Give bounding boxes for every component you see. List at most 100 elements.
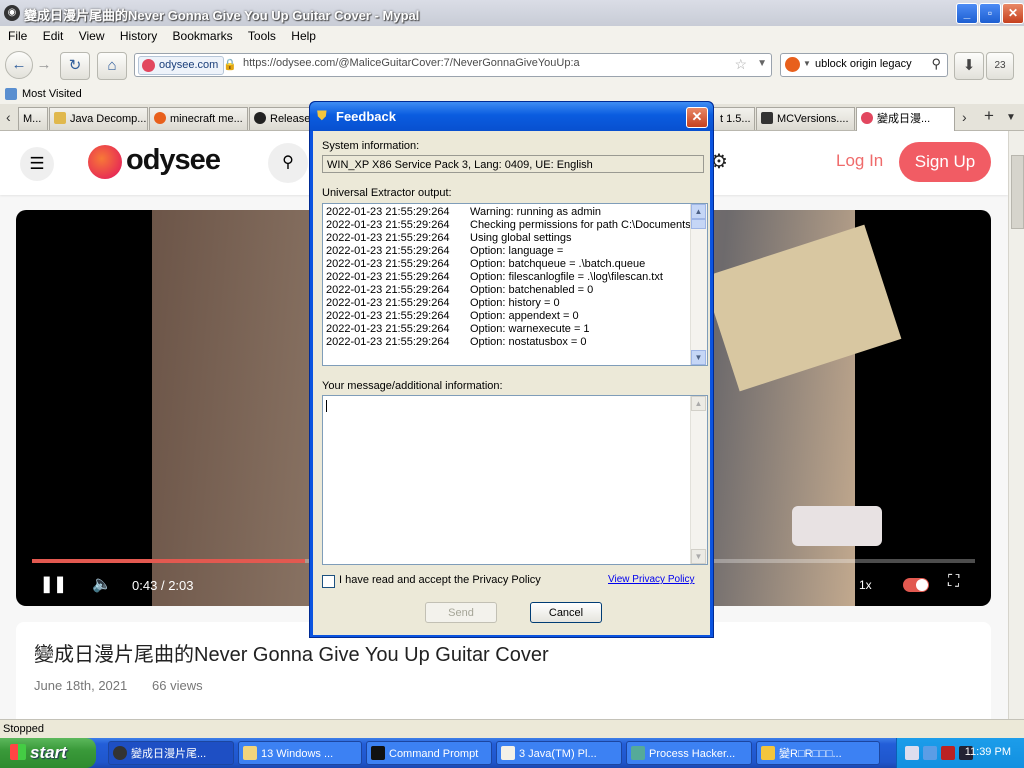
address-bar[interactable]: odysee.com 🔒 https://odysee.com/@MaliceG… [134,53,772,77]
scrollbar-thumb[interactable] [1011,155,1024,229]
tab[interactable]: minecraft me... [149,107,248,130]
pillow [792,506,882,546]
back-arrow-icon: ← [11,56,27,73]
status-text: Stopped [3,723,44,735]
menu-bookmarks[interactable]: Bookmarks [173,26,233,46]
search-box[interactable]: ▼ ublock origin legacy ⚲ [780,53,948,77]
video-time: 0:43 / 2:03 [132,578,194,593]
downloads-button[interactable]: ⬇ [954,52,984,80]
log-scrollbar[interactable]: ▲ ▼ [690,204,707,365]
send-button[interactable]: Send [425,602,497,623]
view-privacy-policy-link[interactable]: View Privacy Policy [608,574,695,585]
scroll-down-icon[interactable]: ▼ [691,350,706,365]
menu-bar: File Edit View History Bookmarks Tools H… [0,26,1024,46]
menu-edit[interactable]: Edit [43,26,64,46]
volume-icon[interactable]: 🔈 [92,574,112,594]
most-visited-icon [5,88,17,100]
login-link[interactable]: Log In [836,151,883,171]
odysee-favicon-icon [142,59,155,72]
tab[interactable]: M... [18,107,48,130]
forward-arrow-icon: → [36,56,52,73]
mypal-app-icon: ◉ [4,5,20,21]
site-search-icon[interactable]: ⚲ [268,143,308,183]
taskbar-item[interactable]: Process Hacker... [626,741,752,765]
playback-speed[interactable]: 1x [859,578,872,592]
bookmark-star-icon[interactable]: ☆ [734,56,747,73]
reload-button[interactable]: ↻ [60,52,90,80]
search-icon[interactable]: ⚲ [931,56,941,72]
progress-fill [32,559,306,563]
bookmark-most-visited[interactable]: Most Visited [22,88,82,100]
folder-icon [243,746,257,760]
menu-file[interactable]: File [8,26,27,46]
maximize-button[interactable]: ▫ [979,3,1001,24]
close-button[interactable]: ✕ [1002,3,1024,24]
menu-help[interactable]: Help [291,26,316,46]
mypal-task-icon [113,746,127,760]
addon-badge-button[interactable]: 23 [986,52,1014,80]
odysee-favicon-icon [861,112,873,124]
log-scroll-thumb[interactable] [691,219,706,229]
menu-history[interactable]: History [120,26,157,46]
message-scrollbar: ▲ ▼ [690,396,707,564]
pause-icon[interactable]: ❚❚ [40,574,67,594]
taskbar-item[interactable]: Command Prompt [366,741,492,765]
keyboard-icon[interactable] [905,746,919,760]
url-text[interactable]: https://odysee.com/@MaliceGuitarCover:7/… [243,57,580,69]
shield-icon: ⛊ [317,108,327,123]
process-hacker-icon [631,746,645,760]
taskbar-item[interactable]: 13 Windows ... [238,741,362,765]
tab-active[interactable]: 變成日漫... [856,107,955,131]
taskbar-item[interactable]: 變成日漫片尾... [108,741,234,765]
menu-tools[interactable]: Tools [248,26,276,46]
scroll-up-icon[interactable]: ▲ [691,204,706,219]
tray-arrow-icon[interactable] [923,746,937,760]
message-textarea[interactable]: ▲ ▼ [322,395,708,565]
url-dropdown-icon[interactable]: ▼ [757,58,767,69]
windows-flag-icon [10,744,26,760]
tab[interactable]: Java Decomp... [49,107,148,130]
feedback-dialog: ⛊ Feedback ✕ System information: WIN_XP … [309,101,714,638]
addon-badge-count: 23 [994,60,1006,71]
extractor-output-box[interactable]: 2022-01-23 21:55:29:264 Warning: running … [322,203,708,366]
system-tray: 11:39 PM [896,738,1024,768]
download-arrow-icon: ⬇ [962,57,976,74]
home-button[interactable]: ⌂ [97,52,127,80]
search-engine-icon[interactable] [785,57,800,72]
start-button[interactable]: start [0,738,96,768]
text-caret [326,400,327,412]
tab-scroll-left-icon[interactable]: ‹ [6,109,11,125]
taskbar-item[interactable]: 變R□R□□□... [756,741,880,765]
privacy-checkbox[interactable] [322,575,335,588]
privacy-checkbox-label[interactable]: I have read and accept the Privacy Polic… [339,574,541,586]
tab-favicon-icon [761,112,773,124]
new-tab-icon[interactable]: + [984,106,994,126]
tab-scroll-right-icon[interactable]: › [962,109,967,125]
menu-hamburger-icon[interactable]: ☰ [20,147,54,181]
message-label: Your message/additional information: [322,380,503,392]
tab[interactable]: MCVersions.... [756,107,855,130]
dialog-close-button[interactable]: ✕ [686,107,708,128]
minimize-button[interactable]: _ [956,3,978,24]
autoplay-toggle[interactable] [903,578,929,592]
tab-favicon-icon [54,112,66,124]
dialog-title: Feedback [336,109,396,124]
site-identity-badge[interactable]: odysee.com [138,56,225,75]
menu-view[interactable]: View [79,26,105,46]
system-info-field[interactable]: WIN_XP X86 Service Pack 3, Lang: 0409, U… [322,155,704,173]
signup-button[interactable]: Sign Up [899,142,991,182]
page-scrollbar[interactable] [1008,131,1024,719]
list-tabs-icon[interactable]: ▼ [1006,112,1016,123]
taskbar-item[interactable]: 3 Java(TM) Pl... [496,741,622,765]
tab[interactable]: t 1.5... [713,107,755,130]
engine-dropdown-icon[interactable]: ▼ [803,59,811,68]
fullscreen-icon[interactable]: ⛶ [948,573,959,591]
search-input[interactable]: ublock origin legacy [815,58,912,70]
dialog-titlebar[interactable]: ⛊ Feedback ✕ [310,102,713,131]
tab[interactable]: Release [249,107,313,130]
process-tray-icon[interactable] [941,746,955,760]
cancel-button[interactable]: Cancel [530,602,602,623]
back-button[interactable]: ← [5,51,33,79]
scroll-up-icon: ▲ [691,396,706,411]
forward-button[interactable]: → [34,52,54,78]
